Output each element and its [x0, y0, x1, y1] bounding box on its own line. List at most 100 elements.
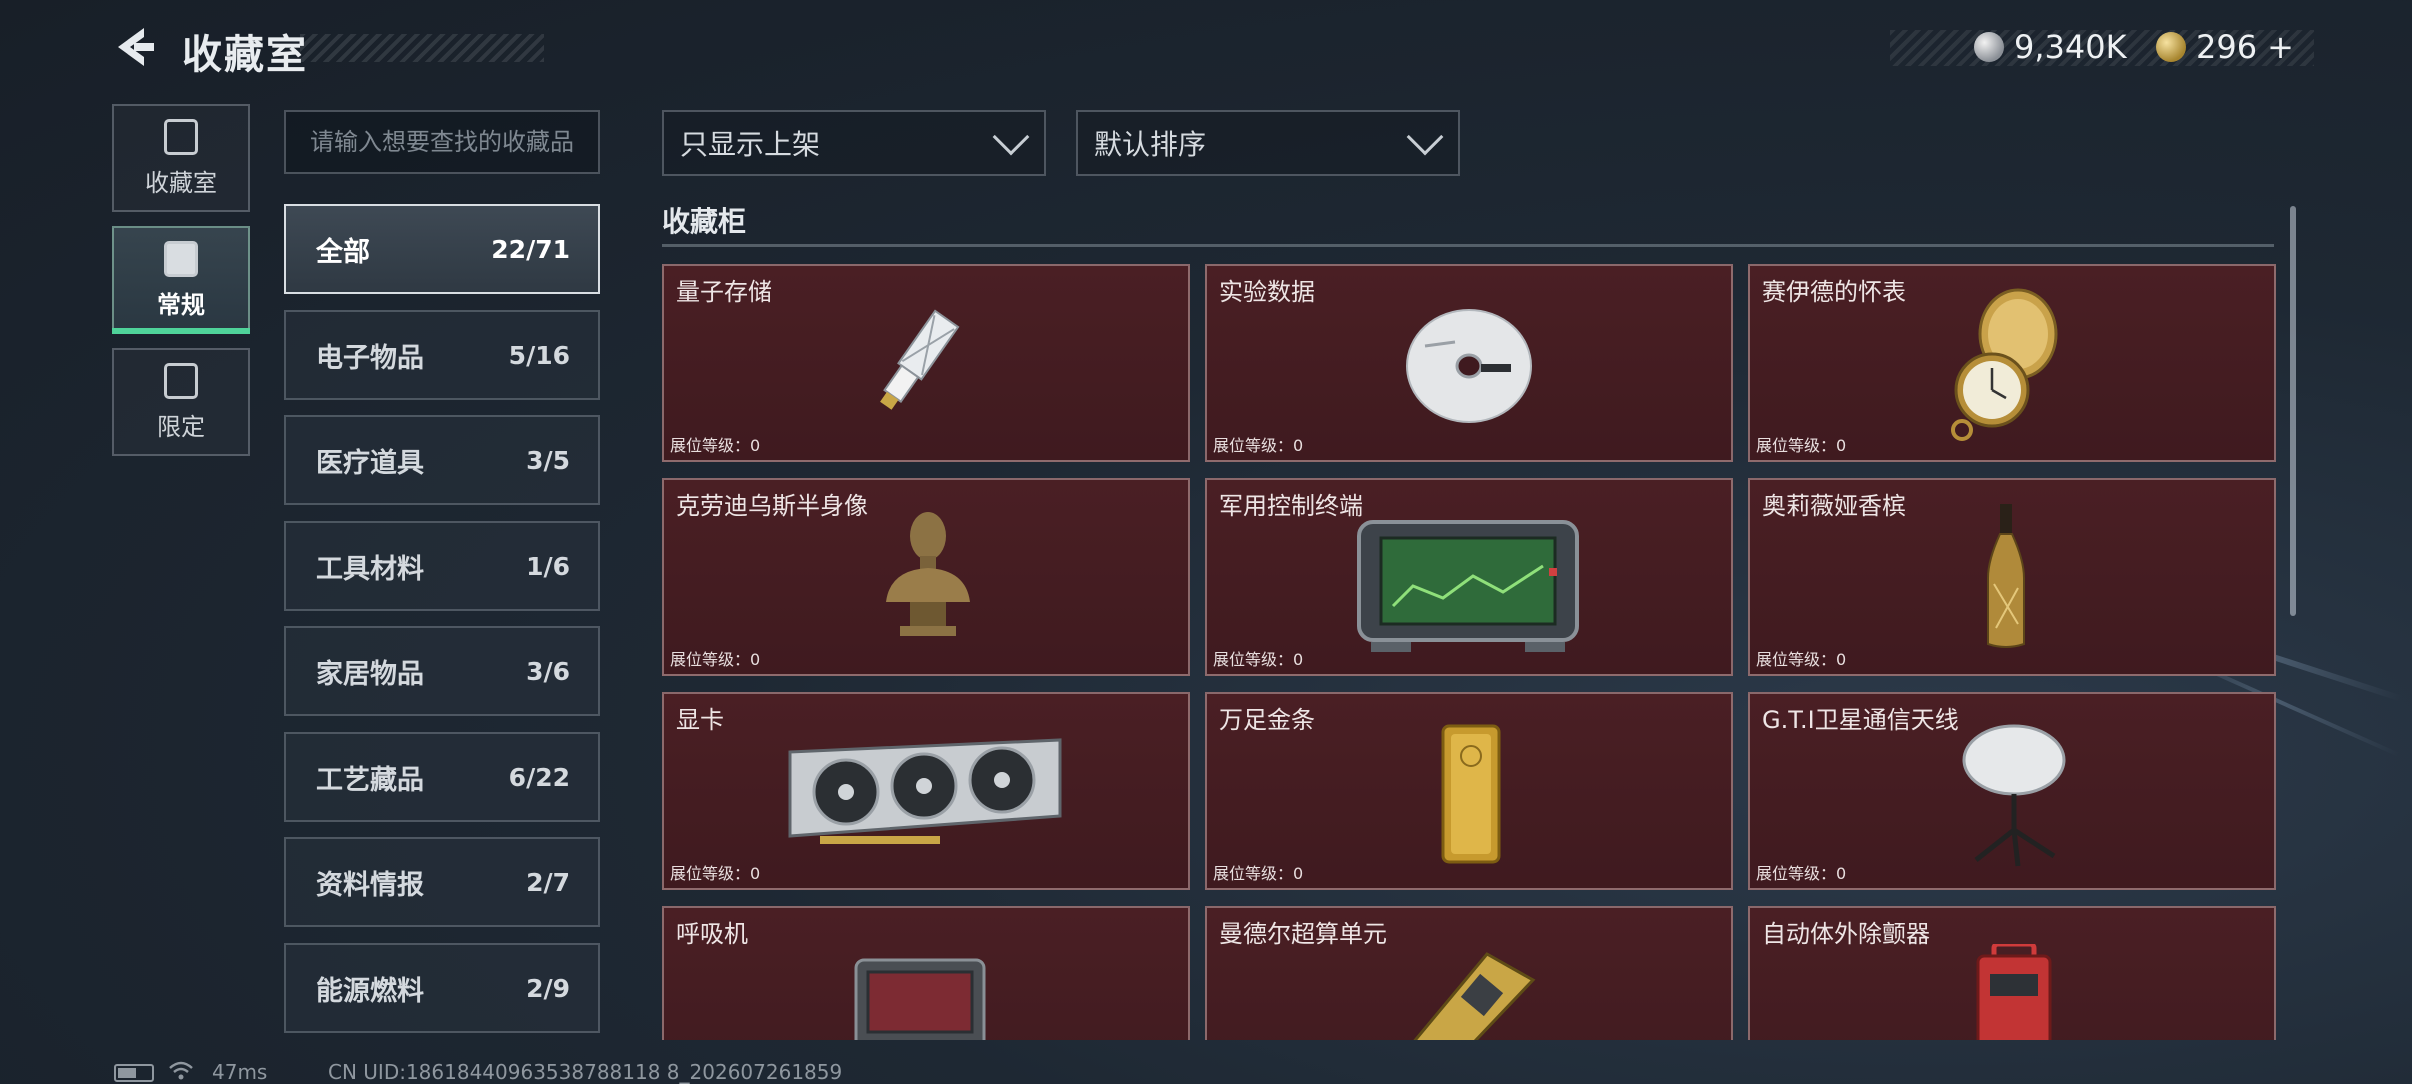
add-currency-icon[interactable]: + [2267, 28, 2294, 66]
tab-limited[interactable]: 限定 [112, 348, 250, 456]
item-card[interactable]: G.T.I卫星通信天线 展位等级：0 [1748, 692, 2276, 890]
category-crafts[interactable]: 工艺藏品 6/22 [284, 732, 600, 822]
gold-amount: 296 [2196, 28, 2258, 66]
ping-value: 47ms [212, 1060, 268, 1084]
defibrillator-icon [1976, 944, 2052, 1040]
item-card[interactable]: 军用控制终端 展位等级：0 [1205, 478, 1733, 676]
uid-text: CN UID:18618440963538788118 8_2026072618… [328, 1060, 843, 1084]
collection-grid: 量子存储 展位等级：0 实验数据 展位等级：0 赛伊德的怀表 展位等级：0 克劳… [660, 262, 2280, 1040]
item-card[interactable]: 曼德尔超算单元 [1205, 906, 1733, 1040]
wifi-icon [169, 1061, 193, 1080]
silver-coin-icon [1974, 32, 2004, 62]
battery-icon [114, 1064, 154, 1082]
item-name: 实验数据 [1219, 278, 1315, 306]
category-household[interactable]: 家居物品 3/6 [284, 626, 600, 716]
category-count: 2/7 [526, 867, 570, 897]
item-card[interactable]: 赛伊德的怀表 展位等级：0 [1748, 264, 2276, 462]
item-name: 显卡 [676, 706, 724, 734]
item-name: 量子存储 [676, 278, 772, 306]
disc-icon [1406, 309, 1532, 423]
category-name: 工具材料 [316, 553, 424, 585]
tab-label: 收藏室 [145, 168, 217, 197]
graphics-card-icon [788, 738, 1062, 844]
item-card[interactable]: 万足金条 展位等级：0 [1205, 692, 1733, 890]
category-name: 工艺藏品 [316, 764, 424, 796]
item-name: 奥莉薇娅香槟 [1762, 492, 1906, 520]
item-name: 曼德尔超算单元 [1219, 920, 1387, 948]
grid-scrollbar[interactable] [2290, 206, 2296, 616]
bust-icon [886, 512, 970, 636]
item-level: 展位等级：0 [1756, 436, 1847, 455]
tab-label: 限定 [157, 412, 205, 441]
page-title: 收藏室 [182, 32, 308, 78]
item-name: G.T.I卫星通信天线 [1762, 706, 1959, 734]
gold-currency[interactable]: 296 + [2156, 28, 2294, 66]
item-level: 展位等级：0 [1213, 436, 1304, 455]
tab-collection-room[interactable]: 收藏室 [112, 104, 250, 212]
silver-amount: 9,340K [2014, 28, 2127, 66]
item-card[interactable]: 自动体外除颤器 [1748, 906, 2276, 1040]
item-name: 军用控制终端 [1219, 492, 1363, 520]
sort-value: 默认排序 [1094, 128, 1207, 161]
collection-room-icon [164, 118, 198, 155]
category-count: 3/6 [526, 656, 570, 686]
control-terminal-icon [1357, 520, 1579, 652]
item-card[interactable]: 奥莉薇娅香槟 展位等级：0 [1748, 478, 2276, 676]
tab-label: 常规 [157, 290, 205, 319]
category-all[interactable]: 全部 22/71 [284, 204, 600, 294]
item-name: 克劳迪乌斯半身像 [676, 492, 868, 520]
category-fuel[interactable]: 能源燃料 2/9 [284, 943, 600, 1033]
chevron-down-icon [1406, 118, 1444, 156]
item-level: 展位等级：0 [1213, 650, 1304, 669]
item-level: 展位等级：0 [670, 436, 761, 455]
champagne-icon [1987, 504, 2025, 648]
category-intel[interactable]: 资料情报 2/7 [284, 837, 600, 927]
category-count: 5/16 [508, 340, 570, 370]
chevron-down-icon [992, 118, 1030, 156]
category-name: 电子物品 [316, 342, 424, 374]
satellite-dish-icon [1962, 724, 2066, 867]
item-card[interactable]: 显卡 展位等级：0 [662, 692, 1190, 890]
item-level: 展位等级：0 [670, 650, 761, 669]
item-card[interactable]: 呼吸机 [662, 906, 1190, 1040]
category-count: 3/5 [526, 445, 570, 475]
item-card[interactable]: 量子存储 展位等级：0 [662, 264, 1190, 462]
category-name: 家居物品 [316, 658, 424, 690]
item-level: 展位等级：0 [670, 864, 761, 883]
section-title: 收藏柜 [662, 205, 747, 238]
display-filter-dropdown[interactable]: 只显示上架 [662, 110, 1046, 176]
pocket-watch-icon [1951, 288, 2058, 441]
item-level: 展位等级：0 [1756, 864, 1847, 883]
category-count: 2/9 [526, 973, 570, 1003]
item-level: 展位等级：0 [1756, 650, 1847, 669]
silver-currency: 9,340K [1974, 28, 2127, 66]
gold-bar-icon [1441, 724, 1501, 864]
category-electronics[interactable]: 电子物品 5/16 [284, 310, 600, 400]
gold-coin-icon [2156, 32, 2186, 62]
item-name: 自动体外除颤器 [1762, 920, 1930, 948]
back-button[interactable] [112, 24, 158, 70]
category-name: 医疗道具 [316, 447, 424, 479]
sort-dropdown[interactable]: 默认排序 [1076, 110, 1460, 176]
category-tools[interactable]: 工具材料 1/6 [284, 521, 600, 611]
limited-gallery-icon [164, 362, 198, 399]
display-filter-value: 只显示上架 [680, 128, 821, 161]
item-card[interactable]: 克劳迪乌斯半身像 展位等级：0 [662, 478, 1190, 676]
search-input[interactable] [284, 110, 600, 174]
supercomputer-unit-icon [1413, 952, 1536, 1040]
item-card[interactable]: 实验数据 展位等级：0 [1205, 264, 1733, 462]
category-name: 能源燃料 [316, 975, 424, 1007]
category-name: 全部 [316, 236, 370, 268]
back-arrow-icon [118, 28, 154, 66]
category-count: 1/6 [526, 551, 570, 581]
item-level: 展位等级：0 [1213, 864, 1304, 883]
item-name: 赛伊德的怀表 [1762, 278, 1906, 306]
section-divider [662, 244, 2274, 247]
category-medical[interactable]: 医疗道具 3/5 [284, 415, 600, 505]
usb-drive-icon [880, 309, 960, 410]
category-count: 22/71 [491, 234, 570, 264]
category-name: 资料情报 [316, 869, 424, 901]
item-name: 呼吸机 [676, 920, 748, 948]
category-count: 6/22 [508, 762, 570, 792]
tab-regular[interactable]: 常规 [112, 226, 250, 334]
